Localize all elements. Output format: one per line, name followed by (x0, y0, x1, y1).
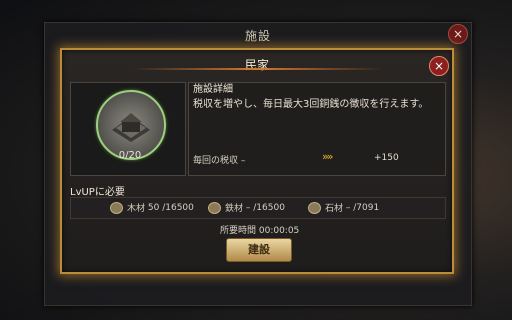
lvup-label: LvUPに必要 (70, 187, 125, 198)
resource-have: 50 (147, 202, 160, 213)
close-icon: × (452, 27, 464, 41)
resource-need: /16500 (162, 202, 194, 213)
resource-have: – (245, 202, 251, 213)
close-icon: × (433, 59, 445, 73)
iron-icon (208, 201, 221, 214)
resource-name: 鉄材 (225, 204, 244, 214)
resource-name: 木材 (127, 204, 146, 214)
build-button[interactable]: 建設 (226, 238, 292, 262)
resource-have: – (345, 202, 351, 213)
title-divider (132, 68, 382, 70)
resource-need: /16500 (253, 202, 285, 213)
tax-arrow-icon: »» (322, 150, 334, 163)
resource-need: /7091 (353, 202, 380, 213)
building-count: 0/20 (118, 150, 142, 161)
tax-value: +150 (374, 153, 399, 163)
detail-heading: 施設詳細 (193, 84, 233, 95)
stone-icon (308, 201, 321, 214)
required-time: 所要時間 00:00:05 (220, 226, 300, 236)
modal-close-button[interactable]: × (429, 56, 449, 76)
facility-close-button[interactable]: × (448, 24, 468, 44)
resource-wood: 木材 50 /16500 (110, 201, 194, 214)
modal-title: 民家 (244, 58, 269, 72)
resource-iron: 鉄材 – /16500 (208, 201, 285, 214)
wood-icon (110, 201, 123, 214)
facility-window-title: 施設 (244, 29, 271, 43)
tax-label: 毎回の税収 – (193, 156, 246, 166)
detail-description: 税収を増やし、毎日最大3回銅銭の徴収を行えます。 (193, 99, 429, 110)
resource-stone: 石材 – /7091 (308, 201, 379, 214)
resource-name: 石材 (325, 204, 344, 214)
